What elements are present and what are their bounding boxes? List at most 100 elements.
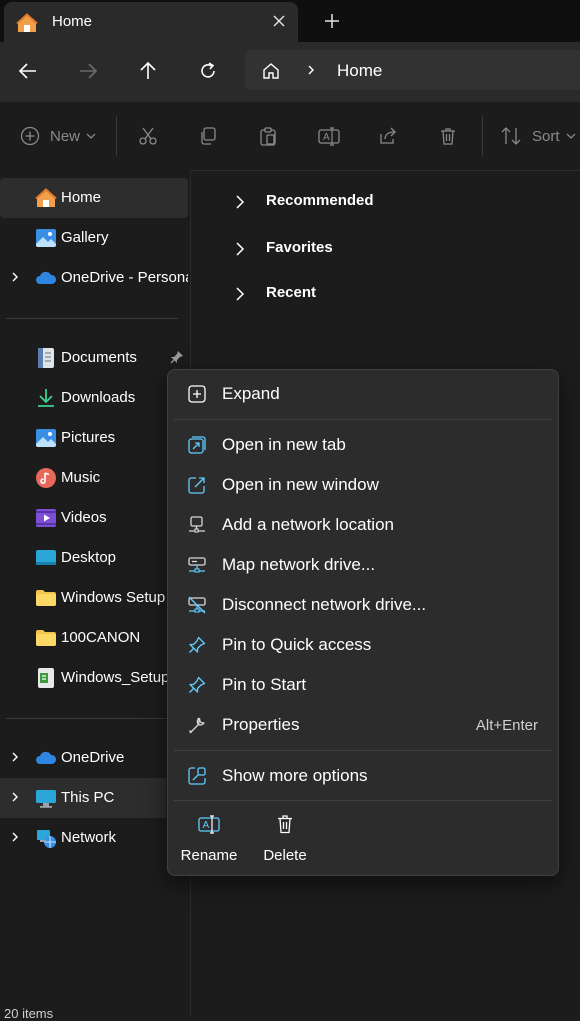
folder-icon xyxy=(35,587,57,609)
open-new-tab-icon xyxy=(188,436,206,454)
context-menu: Expand Open in new tab Open in new windo… xyxy=(167,369,559,876)
pin-icon xyxy=(188,636,206,654)
section-label[interactable]: Favorites xyxy=(266,239,333,256)
menu-separator xyxy=(174,419,552,420)
menu-item-disconnect-network-drive[interactable]: Disconnect network drive... xyxy=(174,587,552,625)
menu-item-label: Open in new tab xyxy=(222,435,346,454)
rename-label: Rename xyxy=(180,847,238,864)
paste-icon[interactable] xyxy=(258,126,278,146)
refresh-icon[interactable] xyxy=(198,61,218,81)
sidebar-item-videos[interactable]: Videos xyxy=(0,498,188,538)
chevron-right-icon[interactable] xyxy=(305,64,317,76)
pin-icon xyxy=(188,676,206,694)
sidebar-item-label: OneDrive - Personal xyxy=(61,269,188,286)
documents-icon xyxy=(35,347,57,369)
command-bar: New A Sort xyxy=(0,102,580,171)
desktop-icon xyxy=(35,547,57,569)
chevron-down-icon xyxy=(566,133,576,139)
sidebar-item-desktop[interactable]: Desktop xyxy=(0,538,188,578)
expand-icon xyxy=(188,385,206,403)
menu-item-label: Open in new window xyxy=(222,475,379,494)
sidebar-item-music[interactable]: Music xyxy=(0,458,188,498)
back-icon[interactable] xyxy=(18,61,38,81)
menu-item-pin-start[interactable]: Pin to Start xyxy=(174,667,552,705)
menu-item-expand[interactable]: Expand xyxy=(174,376,552,414)
menu-item-label: Pin to Start xyxy=(222,675,307,694)
menu-item-open-new-tab[interactable]: Open in new tab xyxy=(174,427,552,465)
sidebar-item-label: Documents xyxy=(61,349,137,366)
menu-item-label: Expand xyxy=(222,384,280,403)
menu-item-open-new-window[interactable]: Open in new window xyxy=(174,467,552,505)
show-more-icon xyxy=(188,767,206,785)
sidebar-item-documents[interactable]: Documents xyxy=(0,338,188,378)
home-icon xyxy=(35,187,57,209)
sort-button[interactable]: Sort xyxy=(532,128,560,145)
forward-icon[interactable] xyxy=(78,61,98,81)
menu-item-show-more-options[interactable]: Show more options xyxy=(174,758,552,796)
delete-label: Delete xyxy=(263,847,307,864)
disconnect-drive-icon xyxy=(188,596,206,614)
sidebar-item-home[interactable]: Home xyxy=(0,178,188,218)
menu-item-label: Disconnect network drive... xyxy=(222,595,427,614)
chevron-right-icon[interactable] xyxy=(9,751,21,763)
sidebar: Home Gallery OneDrive - Personal Documen… xyxy=(0,170,191,1016)
menu-item-pin-quick-access[interactable]: Pin to Quick access xyxy=(174,627,552,665)
chevron-right-icon[interactable] xyxy=(234,242,246,256)
address-path[interactable]: Home xyxy=(337,61,382,81)
close-tab-icon[interactable] xyxy=(272,14,286,28)
new-button[interactable]: New xyxy=(50,128,80,145)
sidebar-item-this-pc[interactable]: This PC xyxy=(0,778,166,818)
sidebar-item-100canon[interactable]: 100CANON xyxy=(0,618,188,658)
videos-icon xyxy=(35,507,57,529)
delete-button[interactable]: Delete xyxy=(250,808,320,868)
sidebar-item-pictures[interactable]: Pictures xyxy=(0,418,188,458)
home-icon xyxy=(16,12,38,34)
menu-item-map-network-drive[interactable]: Map network drive... xyxy=(174,547,552,585)
sidebar-item-windows-setup[interactable]: Windows Setup xyxy=(0,578,188,618)
menu-separator xyxy=(174,800,552,801)
cloud-icon xyxy=(35,267,57,289)
sidebar-divider xyxy=(6,318,178,319)
chevron-right-icon[interactable] xyxy=(9,271,21,283)
up-icon[interactable] xyxy=(138,61,158,81)
menu-item-add-network-location[interactable]: Add a network location xyxy=(174,507,552,545)
rename-button[interactable]: A Rename xyxy=(174,808,244,868)
chevron-right-icon[interactable] xyxy=(234,195,246,209)
sidebar-item-downloads[interactable]: Downloads xyxy=(0,378,188,418)
wrench-icon xyxy=(188,716,206,734)
installer-file-icon xyxy=(35,667,57,689)
tab-home[interactable]: Home xyxy=(4,2,298,42)
sort-icon[interactable] xyxy=(500,126,522,146)
cut-icon[interactable] xyxy=(138,126,158,146)
copy-icon[interactable] xyxy=(198,126,218,146)
sidebar-item-onedrive[interactable]: OneDrive xyxy=(0,738,188,778)
sidebar-item-windows-setup-file[interactable]: Windows_Setup_ xyxy=(0,658,188,698)
section-label[interactable]: Recent xyxy=(266,284,316,301)
chevron-right-icon[interactable] xyxy=(234,287,246,301)
sidebar-item-onedrive-personal[interactable]: OneDrive - Personal xyxy=(0,258,188,298)
menu-item-properties[interactable]: Properties Alt+Enter xyxy=(174,707,552,745)
new-plus-icon[interactable] xyxy=(20,126,40,146)
menu-item-label: Pin to Quick access xyxy=(222,635,372,654)
section-label[interactable]: Recommended xyxy=(266,192,374,209)
address-bar[interactable]: Home xyxy=(245,50,580,90)
rename-icon[interactable]: A xyxy=(318,126,340,146)
music-icon xyxy=(35,467,57,489)
new-tab-icon[interactable] xyxy=(324,13,340,29)
share-icon[interactable] xyxy=(378,126,398,146)
pin-icon[interactable] xyxy=(170,350,184,364)
chevron-right-icon[interactable] xyxy=(9,791,21,803)
open-new-window-icon xyxy=(188,476,206,494)
command-separator xyxy=(116,116,117,156)
menu-item-label: Add a network location xyxy=(222,515,394,534)
sidebar-item-network[interactable]: Network xyxy=(0,818,188,858)
delete-icon[interactable] xyxy=(438,126,458,146)
home-outline-icon[interactable] xyxy=(261,61,281,81)
sidebar-item-gallery[interactable]: Gallery xyxy=(0,218,188,258)
chevron-right-icon[interactable] xyxy=(9,831,21,843)
menu-item-label: Properties xyxy=(222,715,300,734)
computer-icon xyxy=(35,787,57,809)
svg-text:A: A xyxy=(203,820,210,831)
rename-icon: A xyxy=(198,814,220,834)
folder-icon xyxy=(35,627,57,649)
